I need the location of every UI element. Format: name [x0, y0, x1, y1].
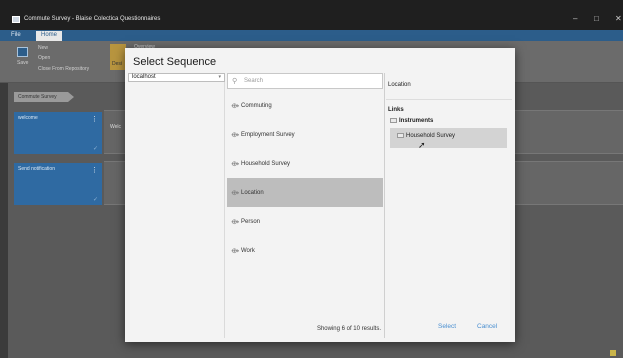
design-label: Desi — [112, 61, 123, 67]
welcome-card[interactable]: welcome ⋮ ✓ — [14, 112, 102, 154]
sequence-item[interactable]: ⟴ Person — [227, 207, 383, 236]
instruments-label: Instruments — [399, 118, 434, 125]
sequence-icon: ⟴ — [231, 190, 240, 197]
sequence-item[interactable]: ⟴ Commuting — [227, 91, 383, 120]
sequence-item[interactable]: ⟴ Work — [227, 236, 383, 265]
check-icon: ✓ — [92, 197, 98, 203]
sequence-item[interactable]: ⟴ Location — [227, 178, 383, 207]
window-title: Commute Survey - Blaise Colectica Questi… — [24, 16, 161, 22]
close-window-button[interactable]: ✕ — [615, 14, 622, 23]
dialog-title: Select Sequence — [133, 56, 217, 68]
sequence-icon: ⟴ — [231, 103, 240, 110]
results-count: Showing 6 of 10 results. — [316, 326, 381, 332]
sequence-label: Household Survey — [241, 161, 291, 167]
more-icon[interactable]: ⋮ — [91, 115, 98, 123]
new-button[interactable]: New — [38, 45, 48, 51]
sequence-icon: ⟴ — [231, 219, 240, 226]
chevron-down-icon: ▾ — [218, 74, 221, 80]
app-icon — [12, 16, 20, 23]
detail-title: Location — [388, 82, 411, 88]
notification-card[interactable]: Send notification ⋮ ✓ — [14, 163, 102, 205]
search-placeholder: Search — [244, 78, 264, 84]
sequence-icon: ⟴ — [231, 248, 240, 255]
detail-pane: Location Links Instruments Household Sur… — [386, 73, 512, 338]
select-sequence-dialog: Select Sequence localhost ▾ ⚲ Search ⟴ Co… — [125, 48, 515, 342]
minimize-button[interactable]: – — [573, 14, 577, 23]
sequence-label: Employment Survey — [241, 132, 295, 138]
select-button[interactable]: Select — [438, 323, 456, 330]
server-dropdown[interactable]: localhost ▾ — [128, 73, 225, 82]
search-icon: ⚲ — [232, 78, 238, 85]
sequence-label: Location — [241, 190, 264, 196]
sequence-label: Commuting — [241, 103, 272, 109]
cancel-button[interactable]: Cancel — [477, 323, 497, 330]
mouse-cursor-icon: ➚ — [418, 140, 426, 150]
search-input[interactable]: ⚲ Search — [227, 73, 383, 89]
survey-tab[interactable]: Commute Survey — [14, 92, 74, 102]
sequence-item[interactable]: ⟴ Household Survey — [227, 149, 383, 178]
ribbon-tabs: File Home — [0, 30, 623, 41]
title-bar: Commute Survey - Blaise Colectica Questi… — [0, 0, 623, 30]
instruments-group[interactable]: Instruments — [390, 118, 433, 124]
sequence-label: Person — [241, 219, 261, 225]
household-survey-link[interactable]: Household Survey ➚ — [390, 128, 507, 150]
sequence-label: Work — [241, 248, 255, 254]
instrument-icon — [397, 133, 404, 138]
check-icon: ✓ — [92, 146, 98, 152]
links-label: Links — [388, 107, 404, 113]
tab-file[interactable]: File — [6, 31, 26, 39]
sequence-list-pane: ⚲ Search ⟴ Commuting ⟴ Employment Survey ⟴ Ho… — [226, 73, 385, 338]
more-icon[interactable]: ⋮ — [91, 166, 98, 174]
repository-pane — [128, 82, 225, 338]
save-icon[interactable] — [17, 47, 28, 57]
folder-icon — [390, 118, 397, 123]
sequence-icon: ⟴ — [231, 161, 240, 168]
open-button[interactable]: Open — [38, 55, 50, 61]
strip-label: Welc — [110, 124, 122, 130]
maximize-button[interactable]: □ — [594, 14, 599, 23]
household-survey-label: Household Survey — [406, 133, 456, 140]
sequence-icon: ⟴ — [231, 132, 240, 139]
save-button[interactable]: Save — [17, 60, 28, 66]
status-indicator — [610, 350, 616, 356]
tab-home[interactable]: Home — [36, 31, 63, 41]
close-from-repository-button[interactable]: Close From Repository — [38, 66, 89, 72]
server-value: localhost — [132, 74, 156, 80]
card-label: Send notification — [18, 166, 55, 172]
card-label: welcome — [18, 115, 38, 121]
divider — [386, 99, 512, 100]
sequence-item[interactable]: ⟴ Employment Survey — [227, 120, 383, 149]
